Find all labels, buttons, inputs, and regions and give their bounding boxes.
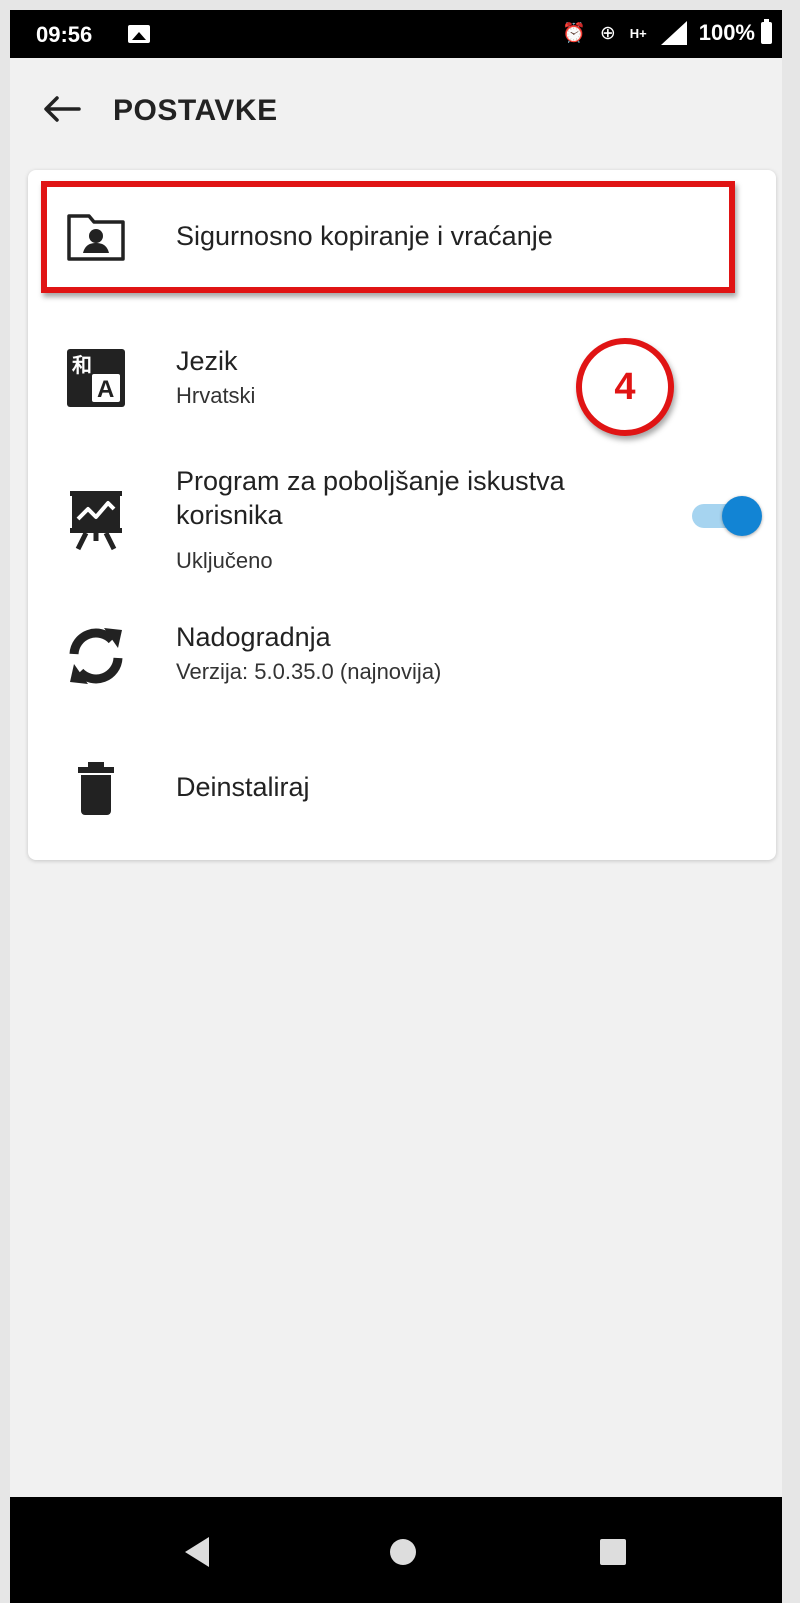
settings-item-subtitle: Hrvatski xyxy=(176,383,256,408)
arrow-back-icon xyxy=(44,96,81,122)
settings-item-update[interactable]: Nadogradnja Verzija: 5.0.35.0 (najnovija… xyxy=(28,610,776,720)
back-button[interactable] xyxy=(38,86,84,132)
toggle-thumb xyxy=(722,496,762,536)
phone-screen: 09:56 ⏰ ⊕ H+ 100% POSTAVKE Sigurnosno ko… xyxy=(10,10,782,1603)
status-time: 09:56 xyxy=(36,22,93,47)
alarm-icon: ⏰ xyxy=(562,23,586,44)
recents-square-icon xyxy=(600,1539,626,1565)
nav-back-button[interactable] xyxy=(172,1527,222,1577)
svg-text:A: A xyxy=(97,376,114,403)
data-saver-icon: ⊕ xyxy=(599,22,616,44)
settings-item-title: Jezik xyxy=(176,346,238,376)
settings-item-title: Deinstaliraj xyxy=(176,772,310,802)
settings-item-title-line2: korisnika xyxy=(176,500,283,530)
settings-item-backup-restore[interactable]: Sigurnosno kopiranje i vraćanje xyxy=(28,181,776,293)
h-plus-network-icon: H+ xyxy=(629,25,647,41)
status-bar: 09:56 ⏰ ⊕ H+ 100% xyxy=(10,10,782,58)
presentation-chart-icon xyxy=(64,488,128,552)
home-circle-icon xyxy=(390,1539,416,1565)
back-triangle-icon xyxy=(185,1537,209,1567)
annotation-step-number: 4 xyxy=(576,338,674,436)
image-icon xyxy=(128,25,150,43)
settings-item-title: Nadogradnja xyxy=(176,622,331,652)
app-bar: POSTAVKE xyxy=(10,58,782,170)
signal-icon xyxy=(660,21,687,45)
sync-icon xyxy=(64,624,128,688)
user-experience-toggle[interactable] xyxy=(686,492,770,538)
svg-text:和: 和 xyxy=(72,353,92,377)
settings-item-title-line1: Program za poboljšanje iskustva xyxy=(176,466,565,496)
settings-item-subtitle: Verzija: 5.0.35.0 (najnovija) xyxy=(176,659,442,684)
status-right-icons: ⏰ ⊕ H+ 100% xyxy=(562,19,772,46)
navigation-bar xyxy=(10,1497,782,1603)
nav-home-button[interactable] xyxy=(378,1527,428,1577)
nav-recents-button[interactable] xyxy=(588,1527,638,1577)
settings-item-title: Sigurnosno kopiranje i vraćanje xyxy=(176,221,553,251)
battery-icon xyxy=(761,19,772,44)
folder-account-icon xyxy=(64,205,128,269)
translate-icon: 和 A xyxy=(64,346,128,410)
settings-item-user-experience-program[interactable]: Program za poboljšanje iskustva korisnik… xyxy=(28,450,776,600)
trash-icon xyxy=(64,756,128,820)
settings-item-title: Program za poboljšanje iskustva korisnik… xyxy=(176,464,565,532)
settings-item-uninstall[interactable]: Deinstaliraj xyxy=(28,730,776,850)
battery-percent: 100% xyxy=(698,20,755,45)
settings-item-subtitle: Uključeno xyxy=(176,548,273,573)
page-title: POSTAVKE xyxy=(113,94,278,127)
settings-card: Sigurnosno kopiranje i vraćanje 和 A Jezi… xyxy=(28,170,776,860)
